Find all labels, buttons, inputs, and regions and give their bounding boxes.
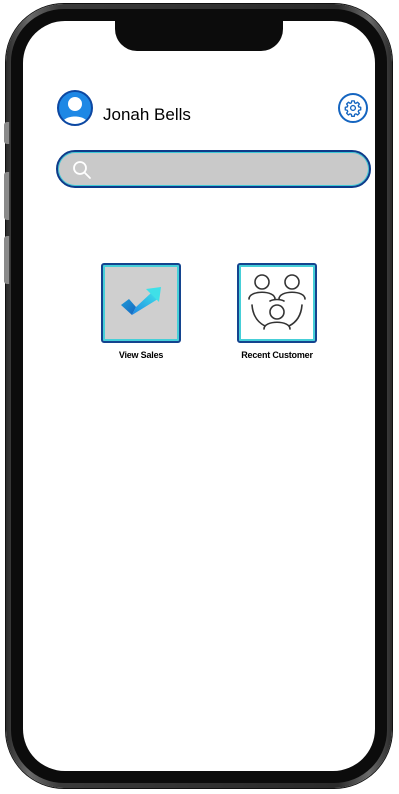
search-bar[interactable] [56,150,371,188]
phone-notch [115,21,283,51]
recent-customer-label: Recent Customer [241,350,313,360]
phone-screen: Jonah Bells View Sales Recent Customer [23,21,375,771]
user-name: Jonah Bells [103,105,191,124]
gear-icon [344,100,362,117]
phone-volume-up-button [4,172,10,220]
phone-volume-down-button [4,236,10,284]
user-avatar[interactable] [57,90,93,126]
view-sales-label: View Sales [118,350,164,360]
phone-frame: Jonah Bells View Sales Recent Customer [4,4,392,788]
sales-check-arrow-icon [121,287,161,315]
recent-customer-tile[interactable] [237,263,317,343]
phone-mute-switch [4,122,10,144]
customer-group-icon [248,274,306,330]
search-input[interactable] [98,152,357,188]
settings-button[interactable] [338,93,368,123]
view-sales-tile[interactable] [101,263,181,343]
search-icon [73,161,91,179]
user-silhouette-icon [62,97,88,124]
